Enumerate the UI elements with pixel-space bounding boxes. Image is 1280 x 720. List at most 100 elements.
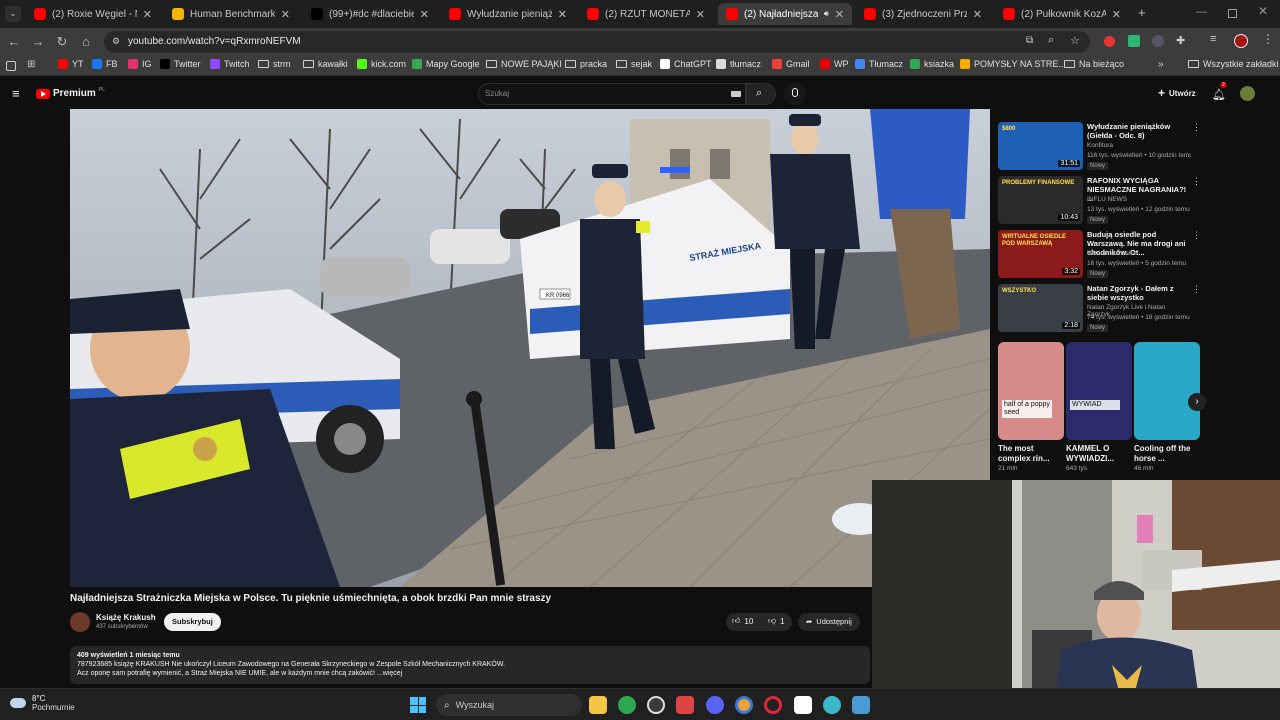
- bookmark-item[interactable]: FB: [92, 59, 118, 69]
- share-button[interactable]: ➦ Udostępnij: [798, 613, 860, 631]
- menu-dots-icon[interactable]: ⋮: [1262, 32, 1274, 46]
- create-button[interactable]: + Utwórz: [1158, 86, 1196, 100]
- bookmark-item[interactable]: Tłumacz: [855, 59, 903, 69]
- browser-tab[interactable]: (3) Zjednoczeni Przeciw R ✕: [856, 3, 990, 25]
- bookmark-item[interactable]: strm: [258, 59, 291, 69]
- browser-app-icon[interactable]: [618, 696, 636, 714]
- bookmark-item[interactable]: pracka: [565, 59, 607, 69]
- short-title[interactable]: Cooling off the horse ...: [1134, 444, 1200, 464]
- recommended-channel[interactable]: Konfitura: [1087, 142, 1187, 149]
- hamburger-menu-icon[interactable]: ≡: [12, 86, 20, 101]
- notifications-button[interactable]: 🔔︎ 2: [1212, 82, 1227, 103]
- file-explorer-icon[interactable]: [589, 696, 607, 714]
- browser-tab[interactable]: (99+)#dc #dlaciebie #tikt ✕: [303, 3, 437, 25]
- tab-close-icon[interactable]: ✕: [420, 8, 429, 21]
- media-control-icon[interactable]: ≡: [1210, 33, 1216, 45]
- keyboard-icon[interactable]: [731, 91, 741, 97]
- channel-name[interactable]: Książę Krakush: [96, 613, 156, 622]
- youtube-logo[interactable]: Premium PL: [36, 87, 105, 99]
- video-thumbnail[interactable]: $800 31:51: [998, 122, 1083, 170]
- app-icon[interactable]: [794, 696, 812, 714]
- bookmark-star-icon[interactable]: ☆: [1070, 34, 1080, 47]
- browser-tab[interactable]: (2) Roxie Węgiel - Miasto ✕: [26, 3, 160, 25]
- short-item[interactable]: half of a poppy seed The most complex rin…: [998, 342, 1064, 472]
- bookmark-item[interactable]: WP: [820, 59, 849, 69]
- sidebar-toggle-icon[interactable]: [6, 61, 16, 71]
- address-bar[interactable]: ⚙ youtube.com/watch?v=qRxmroNEFVM ⧉ ⌕ ☆: [104, 31, 1090, 53]
- recommended-title[interactable]: Natan Zgorzyk - Dałem z siebie wszystko: [1087, 284, 1187, 302]
- bookmark-item[interactable]: POMYSŁY NA STRE...: [960, 59, 1066, 69]
- speaker-icon[interactable]: 🔊︎: [824, 9, 829, 19]
- short-title[interactable]: The most complex rin...: [998, 444, 1064, 464]
- chrome-icon[interactable]: [735, 696, 753, 714]
- start-button[interactable]: [410, 697, 426, 713]
- short-title[interactable]: KAMMEL O WYWIADZI...: [1066, 444, 1132, 464]
- apps-grid-icon[interactable]: ⊞: [27, 59, 35, 70]
- more-actions-icon[interactable]: ⋮: [1192, 122, 1201, 133]
- app-icon[interactable]: [676, 696, 694, 714]
- bookmark-item[interactable]: Gmail: [772, 59, 810, 69]
- recommended-video[interactable]: $800 31:51 Wyłudzanie pieniążków (Giełda -…: [998, 122, 1201, 172]
- recommended-video[interactable]: WSZYSTKO 2:18 Natan Zgorzyk - Dałem z sieb…: [998, 284, 1201, 334]
- maximize-button[interactable]: [1228, 9, 1237, 18]
- bookmark-item[interactable]: Mapy Google: [412, 59, 480, 69]
- tab-close-icon[interactable]: ✕: [835, 8, 844, 21]
- bookmark-item[interactable]: tłumacz: [716, 59, 761, 69]
- weather-widget[interactable]: 8°C Pochmurnie: [10, 694, 75, 712]
- subscribe-button[interactable]: Subskrybuj: [164, 613, 221, 631]
- short-item[interactable]: WYWIAD KAMMEL O WYWIADZI... 643 tys.: [1066, 342, 1132, 472]
- channel-avatar[interactable]: [70, 612, 90, 632]
- zoom-icon[interactable]: ⌕: [1048, 34, 1054, 47]
- tab-close-icon[interactable]: ✕: [143, 8, 152, 21]
- search-button[interactable]: ⌕: [746, 83, 776, 105]
- back-button[interactable]: ←: [6, 34, 22, 50]
- extensions-puzzle-icon[interactable]: ✚: [1176, 34, 1185, 47]
- bookmark-item[interactable]: kick.com: [357, 59, 406, 69]
- tab-close-icon[interactable]: ✕: [558, 8, 567, 21]
- taskbar-search[interactable]: ⌕ Wyszukaj: [436, 694, 582, 716]
- bookmark-item[interactable]: sejak: [616, 59, 652, 69]
- recommended-title[interactable]: Wyłudzanie pieniążków (Giełda - Odc. 8): [1087, 122, 1187, 140]
- opera-icon[interactable]: [764, 696, 782, 714]
- site-info-icon[interactable]: ⚙: [112, 36, 120, 47]
- account-avatar[interactable]: [1240, 86, 1255, 101]
- bookmark-item[interactable]: Twitch: [210, 59, 250, 69]
- bookmark-item[interactable]: IG: [128, 59, 152, 69]
- tab-close-icon[interactable]: ✕: [696, 8, 705, 21]
- browser-tab[interactable]: Human Benchmark - Rea ✕: [164, 3, 298, 25]
- tab-close-icon[interactable]: ✕: [1112, 8, 1121, 21]
- video-thumbnail[interactable]: WSZYSTKO 2:18: [998, 284, 1083, 332]
- install-app-icon[interactable]: ⧉: [1026, 35, 1033, 46]
- browser-tab[interactable]: (2) RZUT MONETĄ DECYD ✕: [579, 3, 713, 25]
- voice-search-button[interactable]: [784, 83, 806, 105]
- recommended-channel[interactable]: Wirtualna Polska: [1087, 250, 1187, 257]
- extension-icon[interactable]: [1128, 35, 1140, 47]
- browser-tab[interactable]: (2) Pułkownik KozAK z ofi ✕: [995, 3, 1129, 25]
- app-icon[interactable]: [647, 696, 665, 714]
- home-button[interactable]: ⌂: [78, 34, 94, 50]
- record-extension-icon[interactable]: [1104, 36, 1115, 47]
- bookmark-item[interactable]: kawałki: [303, 59, 348, 69]
- short-thumbnail[interactable]: WYWIAD: [1066, 342, 1132, 440]
- all-bookmarks[interactable]: Wszystkie zakładki: [1188, 59, 1279, 69]
- short-thumbnail[interactable]: [1134, 342, 1200, 440]
- extension-icon[interactable]: [1152, 35, 1164, 47]
- tab-close-icon[interactable]: ✕: [973, 8, 982, 21]
- close-window-button[interactable]: ✕: [1258, 4, 1268, 18]
- search-box[interactable]: Szukaj: [478, 83, 746, 105]
- like-button[interactable]: 👍︎ 10: [732, 616, 753, 626]
- video-thumbnail[interactable]: WIRTUALNE OSIEDLE POD WARSZAWĄ 3:32: [998, 230, 1083, 278]
- tab-search-button[interactable]: ⌄: [5, 6, 21, 22]
- recommended-channel[interactable]: INFLU NEWS: [1087, 196, 1187, 203]
- more-actions-icon[interactable]: ⋮: [1192, 284, 1201, 295]
- more-bookmarks-icon[interactable]: »: [1158, 59, 1164, 70]
- recommended-video[interactable]: PROBLEMY FINANSOWE 10:43 RAFONIX WYCIĄGA N…: [998, 176, 1201, 226]
- bookmark-item[interactable]: ksiazka: [910, 59, 954, 69]
- short-thumbnail[interactable]: half of a poppy seed: [998, 342, 1064, 440]
- bookmark-item[interactable]: ChatGPT: [660, 59, 712, 69]
- bookmark-item[interactable]: Twitter: [160, 59, 201, 69]
- video-player[interactable]: KR 0966 STRAŻ MIEJSKA: [70, 109, 990, 587]
- description-box[interactable]: 409 wyświetleń 1 miesiąc temu 787923685 …: [70, 646, 870, 684]
- reload-button[interactable]: ↻: [54, 34, 70, 50]
- browser-tab[interactable]: (2) Najładniejsza Straż 🔊︎ ✕: [718, 3, 852, 25]
